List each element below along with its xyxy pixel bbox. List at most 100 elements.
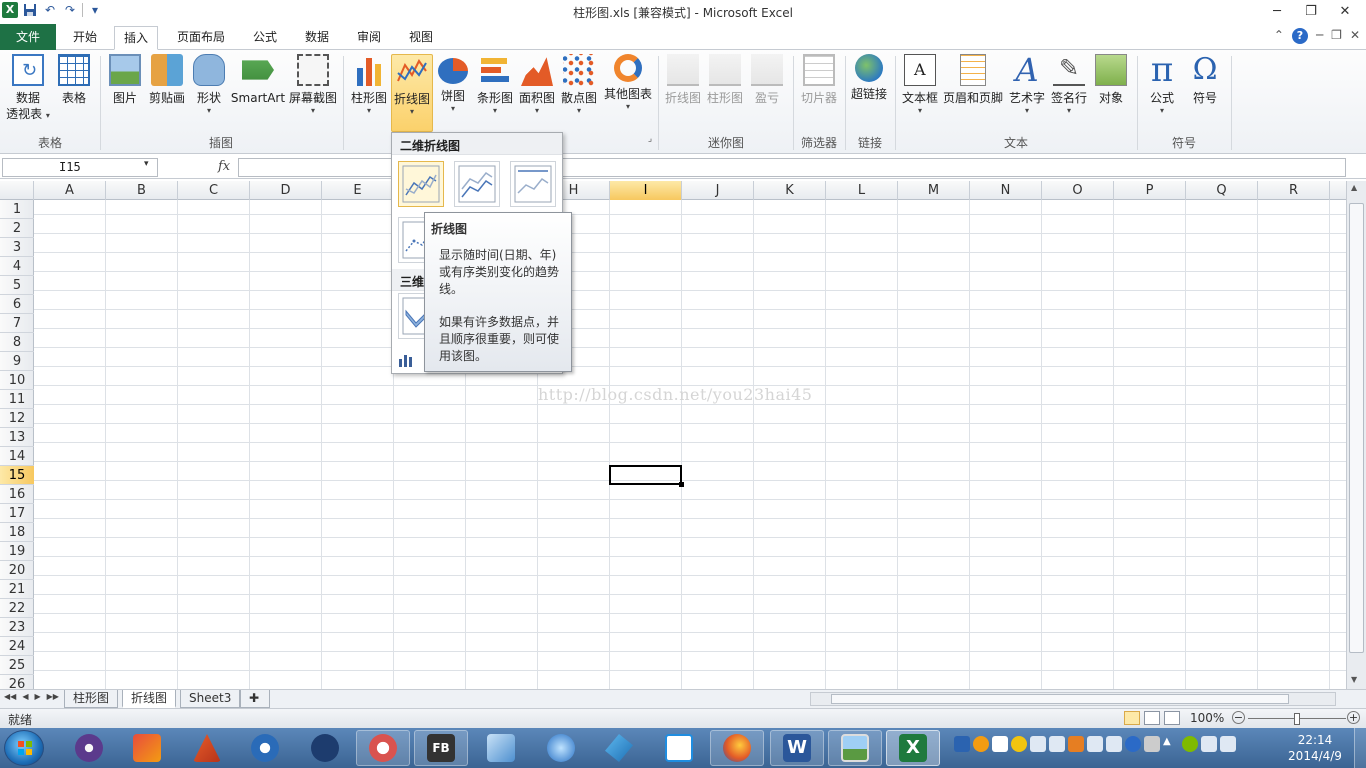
volume-icon[interactable] bbox=[1201, 736, 1217, 752]
tray-punct-icon[interactable] bbox=[1030, 736, 1046, 752]
horizontal-scrollbar[interactable] bbox=[810, 692, 1336, 706]
screenshot-button[interactable]: 屏幕截图 ▾ bbox=[288, 54, 338, 116]
taskbar-app-word[interactable]: W bbox=[770, 730, 824, 766]
column-header[interactable]: M bbox=[898, 181, 970, 200]
hyperlink-button[interactable]: 超链接 bbox=[848, 54, 890, 102]
equation-button[interactable]: π 公式 ▾ bbox=[1142, 53, 1182, 116]
zoom-level[interactable]: 100% bbox=[1190, 711, 1224, 725]
page-break-view-icon[interactable] bbox=[1164, 711, 1180, 725]
row-header[interactable]: 20 bbox=[0, 561, 34, 580]
taskbar-app-cloud[interactable] bbox=[652, 730, 706, 766]
column-header[interactable]: N bbox=[970, 181, 1042, 200]
help-icon[interactable]: ? bbox=[1291, 28, 1308, 44]
line-2d-percent[interactable] bbox=[510, 161, 556, 207]
column-header[interactable]: R bbox=[1258, 181, 1330, 200]
row-header[interactable]: 25 bbox=[0, 656, 34, 675]
minimize-button[interactable]: ─ bbox=[1260, 0, 1294, 22]
taskbar-app-fb[interactable]: FB bbox=[414, 730, 468, 766]
row-header[interactable]: 4 bbox=[0, 257, 34, 276]
taskbar-app-media[interactable] bbox=[534, 730, 588, 766]
line-2d-stacked[interactable] bbox=[454, 161, 500, 207]
prev-sheet-icon[interactable]: ◀ bbox=[22, 692, 28, 701]
object-button[interactable]: 对象 bbox=[1092, 54, 1130, 106]
taskbar-app-photos[interactable] bbox=[828, 730, 882, 766]
sparkline-winloss-button[interactable]: 盈亏 bbox=[748, 54, 786, 106]
tray-skin-icon[interactable] bbox=[1068, 736, 1084, 752]
column-header[interactable]: O bbox=[1042, 181, 1114, 200]
taskbar-app-settings[interactable] bbox=[238, 730, 292, 766]
row-header[interactable]: 16 bbox=[0, 485, 34, 504]
sparkline-column-button[interactable]: 柱形图 bbox=[704, 54, 746, 106]
other-charts-button[interactable]: 其他图表 ▾ bbox=[602, 54, 654, 112]
tab-page-layout[interactable]: 页面布局 bbox=[168, 26, 234, 50]
all-chart-types-icon[interactable] bbox=[398, 353, 414, 371]
clipart-button[interactable]: 剪贴画 bbox=[146, 54, 188, 106]
tab-file[interactable]: 文件 bbox=[0, 24, 56, 50]
vertical-scrollbar[interactable]: ▲ ▼ bbox=[1346, 181, 1366, 689]
tab-view[interactable]: 视图 bbox=[400, 26, 442, 50]
taskbar-app-notepad[interactable] bbox=[120, 730, 174, 766]
row-header[interactable]: 1 bbox=[0, 200, 34, 219]
row-header[interactable]: 9 bbox=[0, 352, 34, 371]
header-footer-button[interactable]: 页眉和页脚 bbox=[942, 54, 1004, 106]
tab-review[interactable]: 审阅 bbox=[348, 26, 390, 50]
wordart-button[interactable]: A 艺术字 ▾ bbox=[1006, 54, 1048, 116]
tray-add-icon[interactable] bbox=[1182, 736, 1198, 752]
row-header[interactable]: 15 bbox=[0, 466, 34, 485]
taskbar-app-snipping[interactable] bbox=[356, 730, 410, 766]
taskbar-app-firefox[interactable] bbox=[710, 730, 764, 766]
row-header[interactable]: 11 bbox=[0, 390, 34, 409]
smartart-button[interactable]: SmartArt bbox=[230, 54, 286, 106]
row-header[interactable]: 13 bbox=[0, 428, 34, 447]
sheet-tab-2[interactable]: Sheet3 bbox=[180, 690, 241, 708]
restore-button[interactable]: ❐ bbox=[1294, 0, 1328, 22]
row-header[interactable]: 26 bbox=[0, 675, 34, 689]
row-header[interactable]: 14 bbox=[0, 447, 34, 466]
zoom-out-icon[interactable]: − bbox=[1232, 711, 1245, 724]
row-header[interactable]: 22 bbox=[0, 599, 34, 618]
column-chart-button[interactable]: 柱形图 ▾ bbox=[348, 54, 390, 116]
sheet-tab-0[interactable]: 柱形图 bbox=[64, 690, 119, 708]
line-2d-basic[interactable] bbox=[398, 161, 444, 207]
zoom-slider[interactable]: − + bbox=[1232, 711, 1362, 727]
show-desktop-button[interactable] bbox=[1354, 728, 1366, 768]
column-header[interactable]: D bbox=[250, 181, 322, 200]
name-box-dropdown-icon[interactable]: ▾ bbox=[144, 159, 149, 169]
row-header[interactable]: 3 bbox=[0, 238, 34, 257]
row-header[interactable]: 2 bbox=[0, 219, 34, 238]
active-cell[interactable] bbox=[609, 465, 684, 487]
scroll-up-icon[interactable]: ▲ bbox=[1351, 183, 1357, 192]
insert-sheet-icon[interactable]: ✚ bbox=[240, 690, 270, 708]
column-header[interactable]: C bbox=[178, 181, 250, 200]
row-header[interactable]: 18 bbox=[0, 523, 34, 542]
column-header[interactable]: K bbox=[754, 181, 826, 200]
taskbar-app-excel[interactable]: X bbox=[886, 730, 940, 766]
area-chart-button[interactable]: 面积图 ▾ bbox=[516, 54, 558, 116]
row-header[interactable]: 5 bbox=[0, 276, 34, 295]
doc-close-icon[interactable]: ✕ bbox=[1350, 28, 1360, 44]
tab-formulas[interactable]: 公式 bbox=[244, 26, 286, 50]
column-header[interactable]: A bbox=[34, 181, 106, 200]
signature-line-button[interactable]: 签名行 ▾ bbox=[1048, 54, 1090, 116]
tray-moon-icon[interactable] bbox=[1011, 736, 1027, 752]
row-header[interactable]: 19 bbox=[0, 542, 34, 561]
table-button[interactable]: 表格 bbox=[56, 54, 92, 106]
tray-help-icon[interactable] bbox=[1125, 736, 1141, 752]
page-layout-view-icon[interactable] bbox=[1144, 711, 1160, 725]
scatter-chart-button[interactable]: 散点图 ▾ bbox=[558, 54, 600, 116]
textbox-button[interactable]: 文本框 ▾ bbox=[900, 54, 940, 116]
taskbar-app-eclipse[interactable] bbox=[62, 730, 116, 766]
tray-ime-icon[interactable] bbox=[954, 736, 970, 752]
slicer-button[interactable]: 切片器 bbox=[798, 54, 840, 106]
zoom-knob[interactable] bbox=[1294, 713, 1300, 725]
bar-chart-button[interactable]: 条形图 ▾ bbox=[474, 54, 516, 116]
shapes-button[interactable]: 形状 ▾ bbox=[192, 54, 226, 116]
row-header[interactable]: 8 bbox=[0, 333, 34, 352]
column-header[interactable]: I bbox=[610, 181, 682, 200]
tab-insert[interactable]: 插入 bbox=[114, 26, 158, 50]
horizontal-scroll-thumb[interactable] bbox=[831, 694, 1289, 704]
column-header[interactable]: Q bbox=[1186, 181, 1258, 200]
tab-home[interactable]: 开始 bbox=[62, 26, 108, 50]
tray-app-icon[interactable] bbox=[973, 736, 989, 752]
row-header[interactable]: 10 bbox=[0, 371, 34, 390]
